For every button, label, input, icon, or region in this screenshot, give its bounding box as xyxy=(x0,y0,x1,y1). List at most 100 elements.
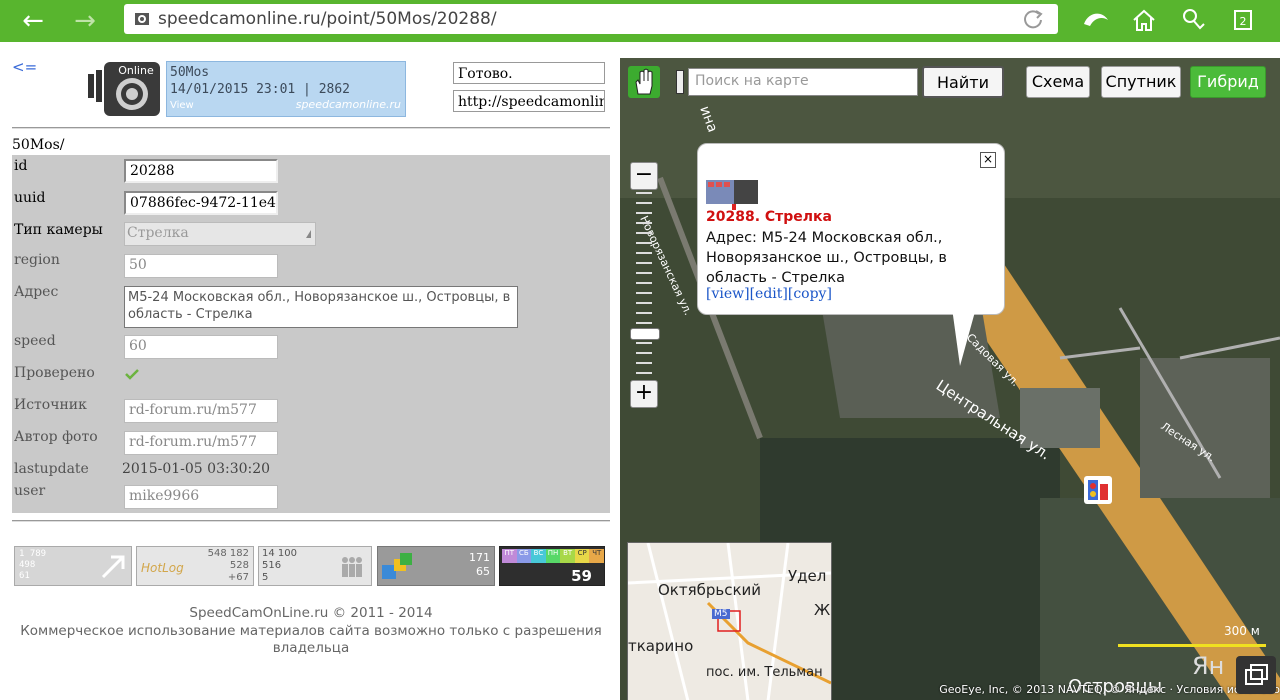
map-copyright: GeoEye, Inc, © 2013 NAVTEQ, © Яндекс · У… xyxy=(939,683,1280,696)
author-label: Автор фото xyxy=(14,429,98,445)
find-button[interactable]: Найти xyxy=(922,66,1004,98)
counter-value: 498 xyxy=(19,560,36,570)
counter-value: 516 xyxy=(262,560,282,571)
day-label: ВС xyxy=(531,549,546,563)
counter-value: 65 xyxy=(476,565,490,578)
region-field: 50 xyxy=(124,254,278,278)
ruler-tool-icon[interactable] xyxy=(676,70,684,94)
popup-tail xyxy=(952,308,976,366)
counter-value: 14 100 xyxy=(262,548,297,559)
banner-view: View xyxy=(170,100,194,111)
speedcam-logo-icon: Online xyxy=(88,62,160,116)
url-text: speedcamonline.ru/point/50Mos/20288/ xyxy=(158,9,497,29)
road-badge: М5 xyxy=(712,609,730,619)
people-icon xyxy=(342,557,362,577)
counter-value: 548 182 xyxy=(207,548,249,559)
status-field: Готово. xyxy=(453,62,605,84)
day-label: ПТ xyxy=(502,549,517,563)
id-field[interactable]: 20288 xyxy=(124,159,278,183)
uuid-label: uuid xyxy=(14,190,46,206)
map-search-input[interactable]: Поиск на карте xyxy=(688,68,918,96)
counter-value: 61 xyxy=(19,571,30,581)
window-icon xyxy=(1245,664,1268,685)
speedcam-map-marker-icon[interactable] xyxy=(1082,474,1114,508)
counter-value: 5 xyxy=(262,572,269,583)
browser-toolbar: ← → speedcamonline.ru/point/50Mos/20288/… xyxy=(0,0,1280,42)
window-switch-button[interactable] xyxy=(1236,656,1276,694)
section-title: 50Mos/ xyxy=(12,137,65,153)
popup-links[interactable]: [view][edit][copy] xyxy=(706,286,832,302)
arrow-icon xyxy=(101,555,125,579)
layer-satellite-button[interactable]: Спутник xyxy=(1101,66,1181,98)
minimap-label: пос. им. Тельман xyxy=(706,665,823,680)
point-form xyxy=(12,155,610,513)
check-icon xyxy=(125,369,139,380)
address-label: Адрес xyxy=(14,284,59,300)
overview-minimap[interactable]: Октябрьский Удел Ж ткарино пос. им. Тель… xyxy=(627,542,832,700)
id-label: id xyxy=(14,158,28,174)
point-banner[interactable]: 50Mos 14/01/2015 23:01 | 2862 View speed… xyxy=(166,61,406,117)
hand-icon xyxy=(635,68,653,95)
popup-address: Адрес: М5-24 Московская обл., Новорязанс… xyxy=(706,230,947,286)
site-favicon-icon xyxy=(135,13,149,25)
back-link[interactable]: <= xyxy=(12,58,37,76)
zoom-in-button[interactable]: + xyxy=(630,380,658,408)
minimap-label: Удел xyxy=(788,567,827,585)
hand-tool-button[interactable] xyxy=(628,66,660,98)
status-url-field: http://speedcamonline.ru xyxy=(453,90,605,112)
forward-arrow-icon[interactable]: → xyxy=(70,6,100,36)
counter-hotlog[interactable]: HotLog 548 182 528 +67 xyxy=(136,546,254,586)
counter-weekly[interactable]: ПТ СБ ВС ПН ВТ СР ЧТ 59 xyxy=(499,546,605,586)
cubes-icon xyxy=(382,553,412,579)
address-field: М5-24 Московская обл., Новорязанское ш.,… xyxy=(124,286,518,328)
camera-type-select[interactable]: Стрелка xyxy=(124,222,316,246)
hotlog-brand: HotLog xyxy=(141,561,184,575)
user-label: user xyxy=(14,483,46,499)
counter-value: 171 xyxy=(469,551,490,564)
back-arrow-icon[interactable]: ← xyxy=(18,6,48,36)
logo-text: Online xyxy=(118,64,154,77)
select-arrow-icon xyxy=(306,230,311,238)
speed-label: speed xyxy=(14,333,56,349)
counter-visitors[interactable]: 14 100 516 5 xyxy=(258,546,372,586)
scale-label: 300 м xyxy=(1224,624,1260,638)
minimap-label: Ж xyxy=(814,601,831,619)
tabs-icon[interactable]: 2 xyxy=(1228,6,1260,34)
minimap-label: ткарино xyxy=(628,637,694,655)
day-label: СБ xyxy=(516,549,532,563)
zoom-control[interactable]: − + xyxy=(630,162,660,408)
source-field: rd-forum.ru/m577 xyxy=(124,399,278,423)
counter-value: 1 789 xyxy=(19,549,47,559)
user-field: mike9966 xyxy=(124,485,278,509)
banner-region: 50Mos xyxy=(170,65,210,80)
zoom-scale[interactable] xyxy=(636,192,652,378)
speed-field: 60 xyxy=(124,335,278,359)
yandex-logo: Ян xyxy=(1192,652,1224,680)
zoom-out-button[interactable]: − xyxy=(630,162,658,190)
address-bar[interactable]: speedcamonline.ru/point/50Mos/20288/ xyxy=(124,4,1058,34)
zoom-slider-handle[interactable] xyxy=(630,328,660,340)
counter-value: 528 xyxy=(229,560,249,571)
counter-liveinternet[interactable]: 1 789 498 61 xyxy=(14,546,132,586)
home-icon[interactable] xyxy=(1128,6,1160,34)
banner-site: speedcamonline.ru xyxy=(295,98,401,111)
map-view[interactable]: Центральная ул. Лесная ул. Садовая ул. Н… xyxy=(620,58,1280,700)
dolphin-icon[interactable] xyxy=(1080,6,1112,34)
author-field: rd-forum.ru/m577 xyxy=(124,431,278,455)
lastupdate-value: 2015-01-05 03:30:20 xyxy=(122,461,271,477)
divider xyxy=(12,520,610,522)
tab-count: 2 xyxy=(1240,15,1247,28)
camera-popup: × 20288. Стрелка Адрес: М5-24 Московская… xyxy=(697,143,1005,315)
counter-rating[interactable]: 171 65 xyxy=(377,546,495,586)
close-icon[interactable]: × xyxy=(980,152,996,168)
uuid-field[interactable]: 07886fec-9472-11e4-a xyxy=(124,191,278,215)
layer-hybrid-button[interactable]: Гибрид xyxy=(1190,66,1266,98)
layer-scheme-button[interactable]: Схема xyxy=(1026,66,1090,98)
day-label: СР xyxy=(574,549,590,563)
footer-notice: Коммерческое использование материалов са… xyxy=(20,623,602,656)
minimap-label: Октябрьский xyxy=(658,581,762,599)
counter-value: 59 xyxy=(571,567,592,585)
gesture-icon[interactable] xyxy=(1178,6,1210,34)
reload-icon[interactable] xyxy=(1022,8,1044,30)
checked-label: Проверено xyxy=(14,365,95,381)
